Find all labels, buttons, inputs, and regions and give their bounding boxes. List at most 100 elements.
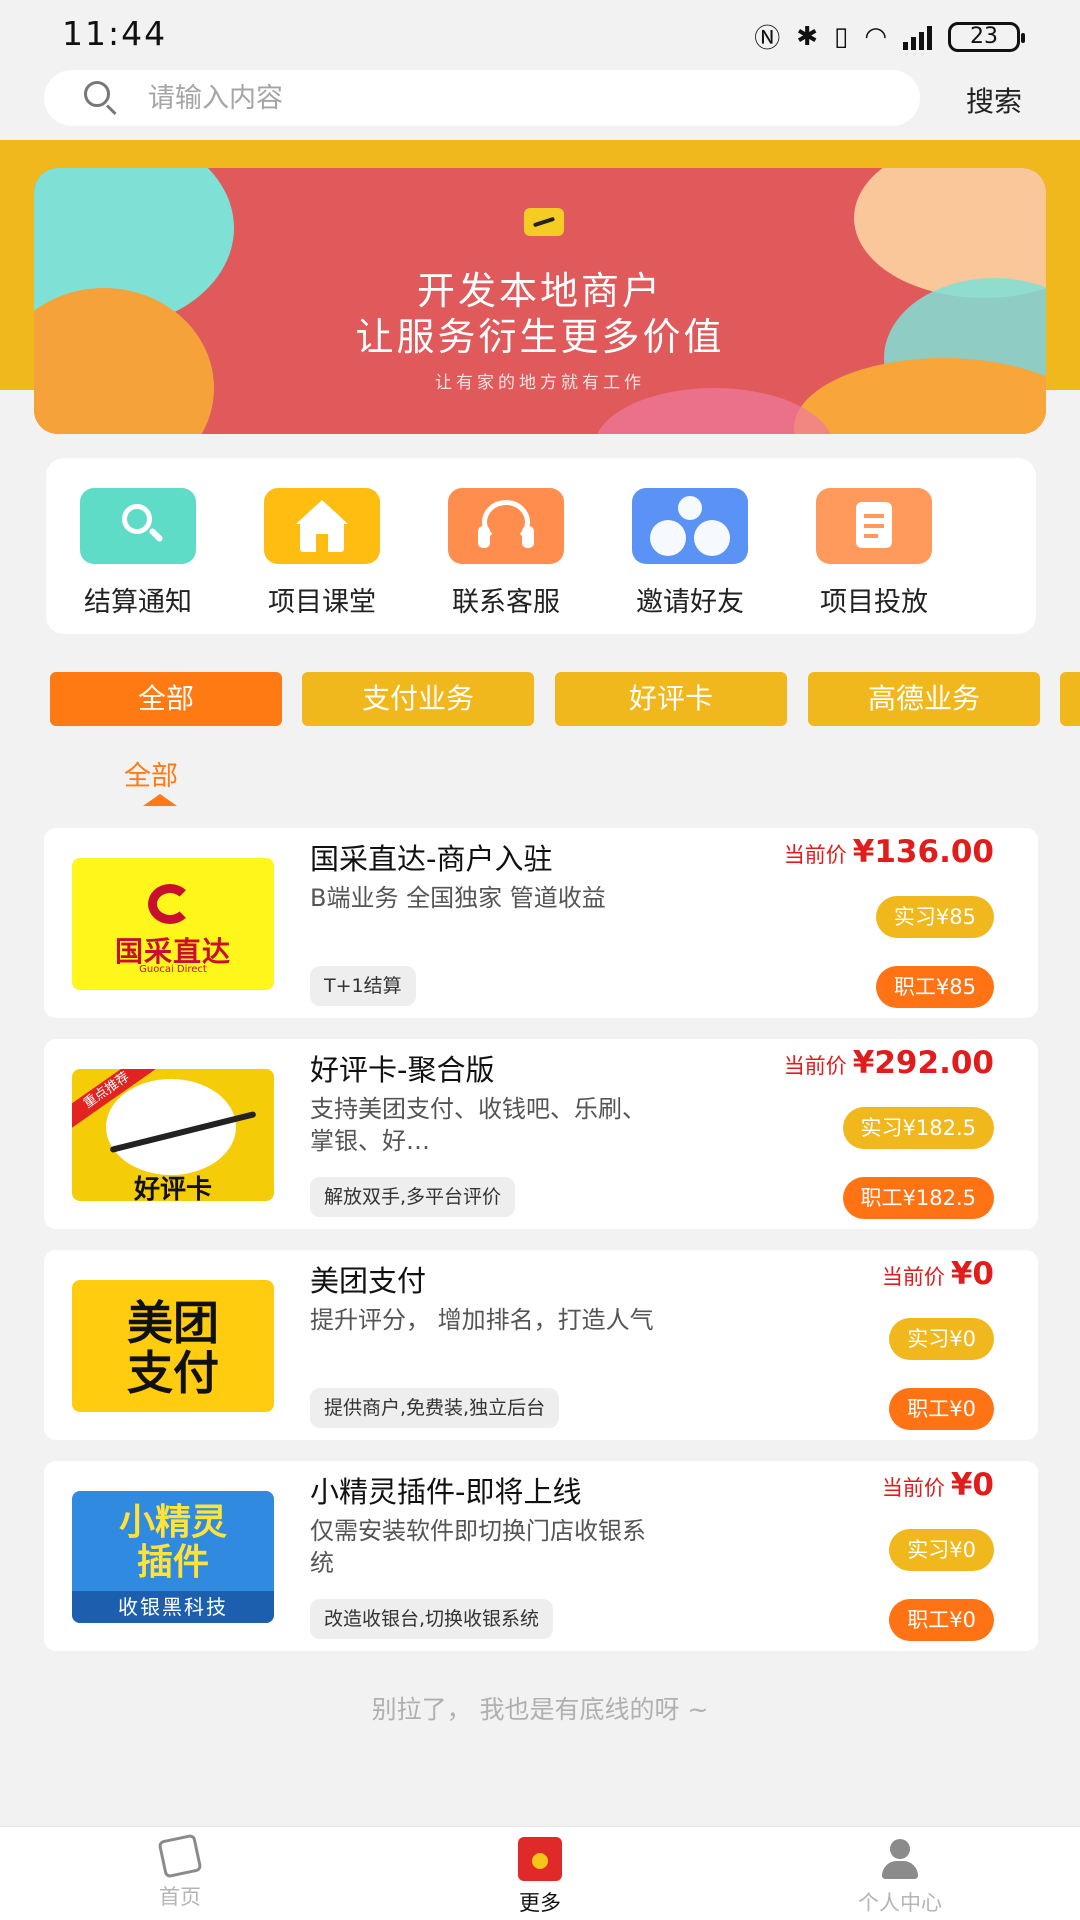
thumbnail-subtext: Guocai Direct — [139, 964, 207, 975]
banner-logo-icon — [524, 208, 564, 236]
thumbnail-subtext: 收银黑科技 — [72, 1591, 274, 1623]
nav-profile[interactable]: 个人中心 — [800, 1827, 1000, 1920]
battery-level: 23 — [970, 24, 998, 49]
staff-price-badge: 职工¥182.5 — [842, 1177, 994, 1219]
search-box[interactable] — [44, 70, 920, 126]
search-icon — [84, 81, 118, 116]
end-of-list-note: 别拉了， 我也是有底线的呀 ~ — [371, 1695, 709, 1724]
product-tag: 改造收银台,切换收银系统 — [310, 1599, 554, 1639]
quick-item-launch[interactable]: 项目投放 — [782, 488, 966, 619]
price-value: ¥0 — [950, 1467, 994, 1503]
product-price: 当前价 ¥0 — [882, 1256, 994, 1292]
headset-icon — [448, 488, 564, 564]
product-description: 提升评分， 增加排名，打造人气 — [310, 1306, 654, 1334]
product-tag: 提供商户,免费装,独立后台 — [310, 1388, 560, 1428]
quick-item-label: 项目课堂 — [268, 587, 376, 618]
product-price: 当前价 ¥136.00 — [784, 834, 994, 870]
home-icon — [157, 1833, 203, 1879]
red-packet-icon — [518, 1837, 562, 1881]
thumbnail-text: 小精灵插件 — [118, 1502, 227, 1583]
staff-price-badge: 职工¥0 — [889, 1388, 994, 1430]
intern-price-badge: 实习¥0 — [889, 1529, 994, 1571]
product-thumbnail: 重点推荐 好评卡 — [72, 1069, 274, 1201]
product-card-sprite-plugin[interactable]: 小精灵插件 收银黑科技 小精灵插件-即将上线 仅需安装软件即切换门店收银系统 改… — [44, 1461, 1038, 1651]
intern-price-badge: 实习¥0 — [889, 1318, 994, 1360]
product-thumbnail: 美团支付 — [72, 1280, 274, 1412]
quick-item-invite[interactable]: 邀请好友 — [598, 488, 782, 619]
tab-review-card[interactable]: 好评卡 — [555, 672, 787, 726]
price-label: 当前价 — [881, 1265, 945, 1289]
tab-payment[interactable]: 支付业务 — [302, 672, 534, 726]
home-icon — [264, 488, 380, 564]
product-tag: 解放双手,多平台评价 — [310, 1177, 516, 1217]
nav-more[interactable]: 更多 — [440, 1827, 640, 1920]
price-value: ¥0 — [950, 1256, 994, 1292]
status-time: 11:44 — [62, 14, 168, 53]
tab-indicator — [143, 794, 177, 806]
price-value: ¥136.00 — [852, 834, 994, 870]
nav-label: 更多 — [519, 1891, 561, 1915]
nav-home[interactable]: 首页 — [80, 1827, 280, 1920]
product-description: 支持美团支付、收钱吧、乐刷、掌银、好… — [310, 1095, 646, 1155]
product-title: 美团支付 — [310, 1264, 427, 1298]
product-title: 国采直达-商户入驻 — [310, 842, 553, 876]
guocai-logo-icon — [148, 884, 192, 924]
promo-banner[interactable]: 开发本地商户 让服务衍生更多价值 让有家的地方就有工作 — [34, 168, 1046, 434]
nav-label: 个人中心 — [858, 1891, 942, 1915]
tab-amap[interactable]: 高德业务 — [808, 672, 1040, 726]
search-bar: 搜索 — [0, 68, 1080, 140]
thumbnail-text: 美团支付 — [127, 1296, 219, 1400]
status-icons: Ⓝ ✱ ▯ ◠ 23 — [754, 18, 1025, 55]
wifi-6-icon: ◠ — [864, 21, 887, 52]
thumbnail-text: 好评卡 — [133, 1175, 212, 1201]
product-thumbnail: 国采直达 Guocai Direct — [72, 858, 274, 990]
quick-item-settlement[interactable]: 结算通知 — [46, 488, 230, 619]
document-icon — [816, 488, 932, 564]
globe-icon — [106, 1079, 236, 1175]
bluetooth-icon: ✱ — [796, 21, 818, 52]
price-label: 当前价 — [783, 843, 847, 867]
nfc-icon: Ⓝ — [754, 24, 781, 54]
product-price: 当前价 ¥0 — [882, 1467, 994, 1503]
signal-icon — [903, 24, 932, 50]
status-bar: 11:44 Ⓝ ✱ ▯ ◠ 23 — [0, 0, 1080, 68]
quick-item-classroom[interactable]: 项目课堂 — [230, 488, 414, 619]
quick-item-label: 联系客服 — [452, 587, 560, 618]
nav-label: 首页 — [159, 1885, 201, 1909]
product-thumbnail: 小精灵插件 收银黑科技 — [72, 1491, 274, 1623]
product-price: 当前价 ¥292.00 — [784, 1045, 994, 1081]
staff-price-badge: 职工¥85 — [875, 966, 994, 1008]
price-value: ¥292.00 — [852, 1045, 994, 1081]
quick-menu: 结算通知 项目课堂 联系客服 邀请好友 项目投放 — [46, 458, 1036, 634]
staff-price-badge: 职工¥0 — [889, 1599, 994, 1641]
intern-price-badge: 实习¥85 — [875, 896, 994, 938]
product-title: 好评卡-聚合版 — [310, 1053, 495, 1087]
price-label: 当前价 — [881, 1476, 945, 1500]
battery-icon: 23 — [948, 21, 1025, 52]
product-tag: T+1结算 — [310, 966, 416, 1006]
tab-all[interactable]: 全部 — [50, 672, 282, 726]
vibrate-icon: ▯ — [834, 21, 849, 52]
quick-item-label: 结算通知 — [84, 587, 192, 618]
user-icon — [878, 1837, 922, 1881]
product-card-review[interactable]: 重点推荐 好评卡 好评卡-聚合版 支持美团支付、收钱吧、乐刷、掌银、好… 解放双… — [44, 1039, 1038, 1229]
product-card-guocai[interactable]: 国采直达 Guocai Direct 国采直达-商户入驻 B端业务 全国独家 管… — [44, 828, 1038, 1018]
product-description: B端业务 全国独家 管道收益 — [310, 884, 606, 912]
search-button[interactable]: 搜索 — [966, 80, 1022, 120]
search-icon — [80, 488, 196, 564]
product-title: 小精灵插件-即将上线 — [310, 1475, 582, 1509]
tab-more-partial[interactable] — [1060, 672, 1080, 726]
search-input[interactable] — [148, 82, 848, 114]
intern-price-badge: 实习¥182.5 — [842, 1107, 994, 1149]
current-tab-label: 全部 — [124, 761, 178, 792]
category-tabs: 全部 支付业务 好评卡 高德业务 — [0, 672, 1080, 726]
quick-item-label: 项目投放 — [820, 587, 928, 618]
people-icon — [632, 488, 748, 564]
product-description: 仅需安装软件即切换门店收银系统 — [310, 1517, 646, 1577]
quick-item-customer-service[interactable]: 联系客服 — [414, 488, 598, 619]
quick-item-label: 邀请好友 — [636, 587, 744, 618]
banner-subtitle: 让有家的地方就有工作 — [435, 373, 645, 393]
price-label: 当前价 — [783, 1054, 847, 1078]
product-card-meituan[interactable]: 美团支付 美团支付 提升评分， 增加排名，打造人气 提供商户,免费装,独立后台 … — [44, 1250, 1038, 1440]
bottom-nav: 首页 更多 个人中心 — [0, 1826, 1080, 1920]
